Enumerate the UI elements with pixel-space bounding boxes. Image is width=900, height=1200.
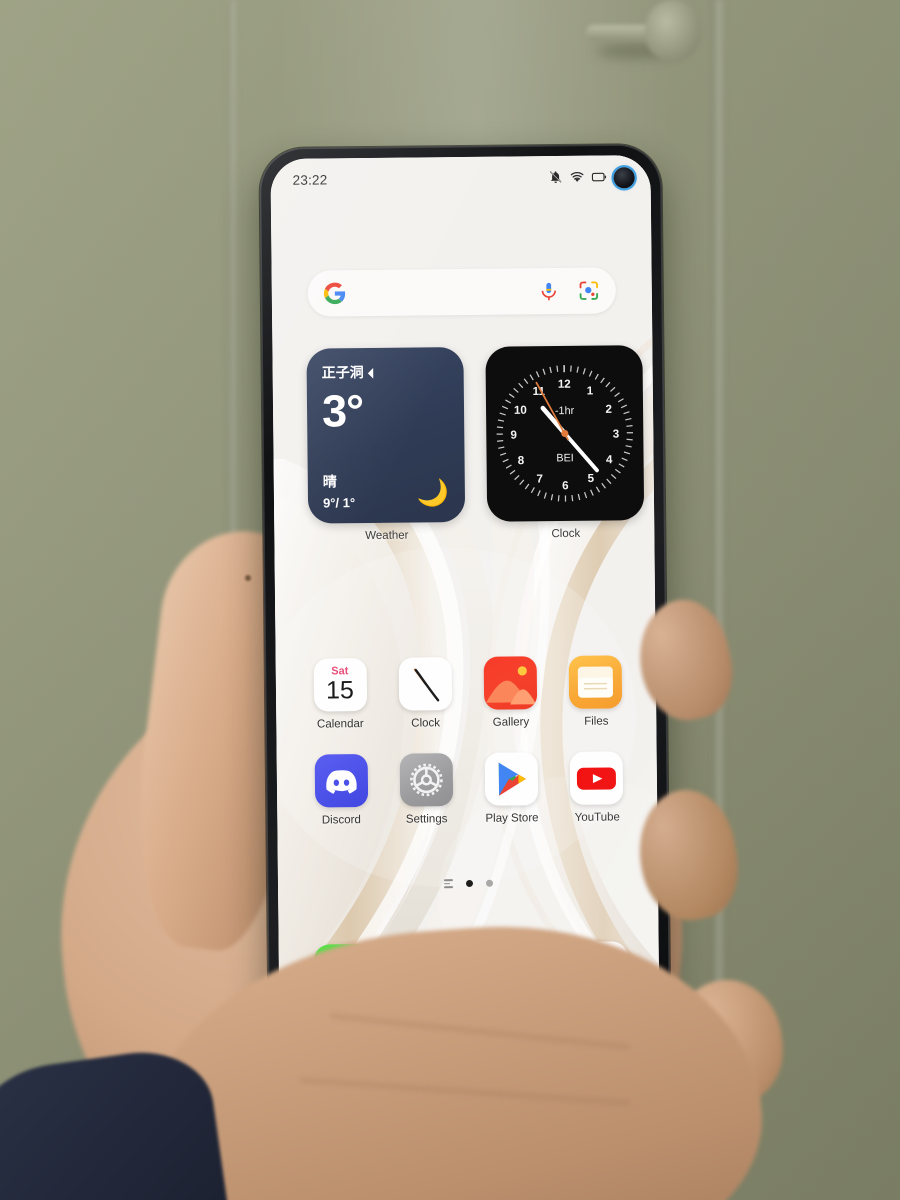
finger-middle (629, 782, 747, 928)
hand-front (0, 0, 900, 1200)
palm-lower (128, 908, 772, 1200)
finger-index (628, 591, 742, 729)
photo-scene: 23:22 正子洞 ◤ 3° 晴 9°/ 1° 🌙 Weather 12 1 2… (0, 0, 900, 1200)
